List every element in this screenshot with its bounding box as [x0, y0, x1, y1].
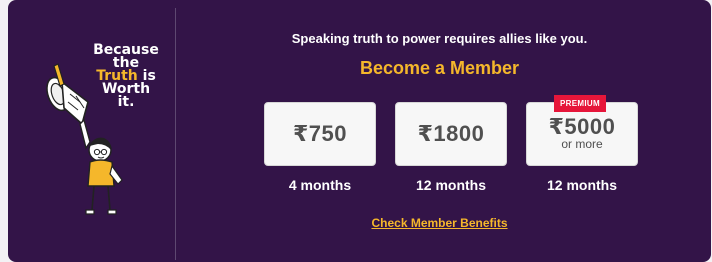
- plan-duration-12-months-premium: 12 months: [546, 177, 617, 193]
- premium-badge: PREMIUM: [554, 95, 606, 112]
- membership-subtitle: Speaking truth to power requires allies …: [291, 31, 588, 46]
- plan-price: ₹750: [292, 121, 347, 146]
- plan-note: or more: [561, 137, 603, 151]
- plan-duration-12-months: 12 months: [415, 177, 486, 193]
- left-illustration-panel: Because the Truth is Worth it.: [8, 0, 175, 262]
- check-member-benefits-link[interactable]: Check Member Benefits: [168, 216, 711, 230]
- plan-750-button[interactable]: ₹750: [264, 102, 376, 166]
- plan-duration-4-months: 4 months: [288, 177, 352, 193]
- megaphone-icon: [46, 63, 89, 126]
- plan-price: ₹1800: [417, 121, 485, 146]
- girl-head: [88, 137, 112, 162]
- membership-heading: Become a Member: [359, 58, 520, 78]
- plan-price: ₹5000: [548, 114, 616, 139]
- plan-1800-button[interactable]: ₹1800: [395, 102, 507, 166]
- girl-megaphone-illustration: [46, 63, 123, 215]
